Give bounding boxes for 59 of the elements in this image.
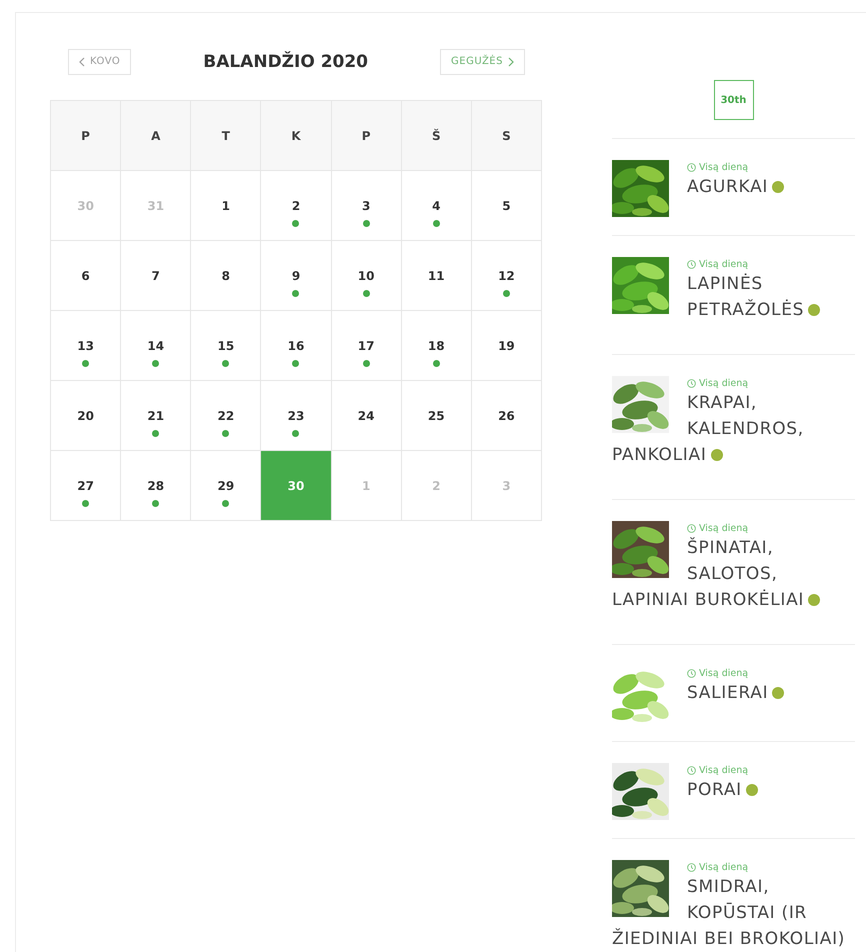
clock-icon	[687, 862, 696, 872]
weekday-header: A	[121, 101, 192, 171]
calendar-day[interactable]: 16	[261, 311, 332, 381]
calendar-day[interactable]: 5	[472, 171, 542, 241]
weekday-header: K	[261, 101, 332, 171]
calendar-day[interactable]: 24	[332, 381, 402, 451]
event-title-link[interactable]: LAPINĖS PETRAŽOLĖS	[612, 271, 855, 323]
chevron-left-icon	[79, 56, 85, 66]
event-title-link[interactable]: AGURKAI	[612, 174, 855, 200]
calendar-day[interactable]: 15	[191, 311, 262, 381]
calendar-day[interactable]: 22	[191, 381, 262, 451]
calendar-day[interactable]: 10	[332, 241, 402, 311]
clock-icon	[687, 524, 696, 532]
calendar-day[interactable]: 1	[191, 171, 262, 241]
calendar-day[interactable]: 11	[402, 241, 472, 311]
calendar-day[interactable]: 17	[332, 311, 402, 381]
weekday-header: P	[51, 101, 122, 171]
calendar-day[interactable]: 25	[402, 381, 472, 451]
calendar-day[interactable]: 3	[332, 171, 402, 241]
clock-icon	[687, 766, 696, 774]
month-title: BALANDŽIO 2020	[203, 52, 368, 72]
calendar-day[interactable]: 26	[472, 381, 542, 451]
event-time: Visą dieną	[699, 258, 748, 270]
event-title-link[interactable]: SMIDRAI, KOPŪSTAI (IR ŽIEDINIAI BEI BROKOLIAI)	[612, 874, 855, 952]
event-time: Visą dieną	[699, 378, 748, 388]
calendar-day[interactable]: 18	[402, 311, 472, 381]
calendar-day[interactable]: 6	[51, 241, 122, 311]
calendar-day[interactable]: 14	[121, 311, 192, 381]
calendar-day[interactable]: 12	[472, 241, 542, 311]
calendar-day[interactable]: 27	[51, 451, 122, 521]
weekday-header: Š	[402, 101, 472, 171]
calendar-day[interactable]: 28	[121, 451, 192, 521]
weekday-header: S	[472, 101, 542, 171]
event-time: Visą dieną	[699, 668, 748, 678]
weekday-header: P	[332, 101, 402, 171]
calendar-day[interactable]: 20	[51, 381, 122, 451]
calendar-day[interactable]: 2	[261, 171, 332, 241]
calendar-day[interactable]: 21	[121, 381, 192, 451]
event-time: Visą dieną	[699, 764, 748, 776]
calendar-day[interactable]: 13	[51, 311, 122, 381]
calendar-day[interactable]: 19	[472, 311, 542, 381]
clock-icon	[687, 260, 696, 268]
event-title-link[interactable]: ŠPINATAI, SALOTOS, LAPINIAI BUROKĖLIAI	[612, 535, 855, 613]
clock-icon	[687, 668, 696, 678]
calendar-day[interactable]: 9	[261, 241, 332, 311]
clock-icon	[687, 378, 696, 388]
date-badge: 30th	[714, 80, 754, 120]
calendar-day[interactable]: 7	[121, 241, 192, 311]
calendar-day[interactable]: 4	[402, 171, 472, 241]
calendar-day[interactable]: 8	[191, 241, 262, 311]
event-title-link[interactable]: KRAPAI, KALENDROS, PANKOLIAI	[612, 390, 855, 468]
event-time: Visą dieną	[699, 522, 748, 534]
clock-icon	[687, 162, 696, 172]
weekday-header: T	[191, 101, 262, 171]
event-title-link[interactable]: SALIERAI	[612, 680, 855, 706]
event-time: Visą dieną	[699, 162, 748, 172]
chevron-right-icon	[508, 56, 514, 66]
event-time: Visą dieną	[699, 862, 748, 872]
event-title-link[interactable]: PORAI	[612, 777, 855, 803]
